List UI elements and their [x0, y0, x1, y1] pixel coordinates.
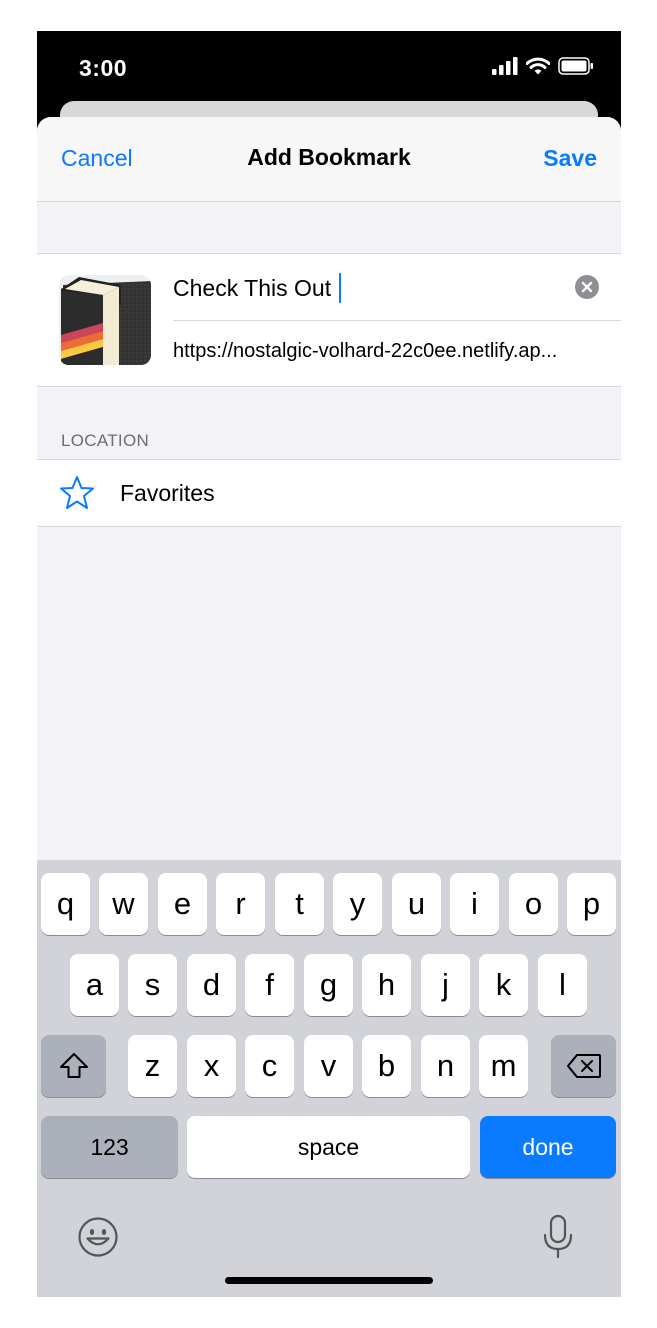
home-indicator [225, 1277, 433, 1284]
key-j[interactable]: j [421, 954, 470, 1016]
signal-icon [492, 57, 518, 75]
close-icon [581, 281, 593, 293]
key-n[interactable]: n [421, 1035, 470, 1097]
done-key[interactable]: done [480, 1116, 616, 1178]
key-h[interactable]: h [362, 954, 411, 1016]
key-x[interactable]: x [187, 1035, 236, 1097]
emoji-icon[interactable] [77, 1216, 119, 1258]
numbers-key[interactable]: 123 [41, 1116, 178, 1178]
backspace-icon [566, 1054, 601, 1078]
clear-text-button[interactable] [575, 275, 599, 299]
key-a[interactable]: a [70, 954, 119, 1016]
key-b[interactable]: b [362, 1035, 411, 1097]
key-t[interactable]: t [275, 873, 324, 935]
key-l[interactable]: l [538, 954, 587, 1016]
site-thumbnail [59, 275, 151, 365]
status-icons [492, 57, 594, 75]
location-favorites-row[interactable]: Favorites [37, 459, 621, 527]
key-k[interactable]: k [479, 954, 528, 1016]
microphone-icon[interactable] [541, 1214, 575, 1260]
delete-key[interactable] [551, 1035, 616, 1097]
keyboard: q w e r t y u i o p a s d f g h j k l z … [37, 860, 621, 1297]
key-s[interactable]: s [128, 954, 177, 1016]
bookmark-url: https://nostalgic-volhard-22c0ee.netlify… [173, 340, 558, 362]
key-d[interactable]: d [187, 954, 236, 1016]
page-title: Add Bookmark [247, 144, 411, 170]
key-q[interactable]: q [41, 873, 90, 935]
key-v[interactable]: v [304, 1035, 353, 1097]
key-u[interactable]: u [392, 873, 441, 935]
shift-icon [59, 1053, 88, 1078]
status-time: 3:00 [79, 55, 128, 81]
key-i[interactable]: i [450, 873, 499, 935]
space-key[interactable]: space [187, 1116, 470, 1178]
key-f[interactable]: f [245, 954, 294, 1016]
location-folder-label: Favorites [120, 480, 215, 506]
key-p[interactable]: p [567, 873, 616, 935]
key-z[interactable]: z [128, 1035, 177, 1097]
phone-screen: 3:00 Cancel Add Bookmark Save Check This… [37, 31, 621, 1297]
key-e[interactable]: e [158, 873, 207, 935]
key-r[interactable]: r [216, 873, 265, 935]
shift-key[interactable] [41, 1035, 106, 1097]
location-section-label: LOCATION [61, 431, 150, 450]
bookmark-card: https://nostalgic-volhard-22c0ee.netlify… [37, 253, 621, 387]
battery-icon [558, 57, 593, 75]
key-y[interactable]: y [333, 873, 382, 935]
save-button[interactable]: Save [543, 145, 597, 172]
star-icon [60, 476, 94, 509]
key-w[interactable]: w [99, 873, 148, 935]
status-bar: 3:00 [37, 31, 621, 101]
key-c[interactable]: c [245, 1035, 294, 1097]
book-icon [61, 277, 151, 365]
key-o[interactable]: o [509, 873, 558, 935]
text-cursor [339, 273, 341, 303]
nav-bar: Cancel Add Bookmark Save [37, 117, 621, 202]
card-divider [173, 320, 621, 321]
wifi-icon [526, 57, 550, 75]
key-g[interactable]: g [304, 954, 353, 1016]
bookmark-title-input[interactable] [173, 266, 553, 310]
key-m[interactable]: m [479, 1035, 528, 1097]
